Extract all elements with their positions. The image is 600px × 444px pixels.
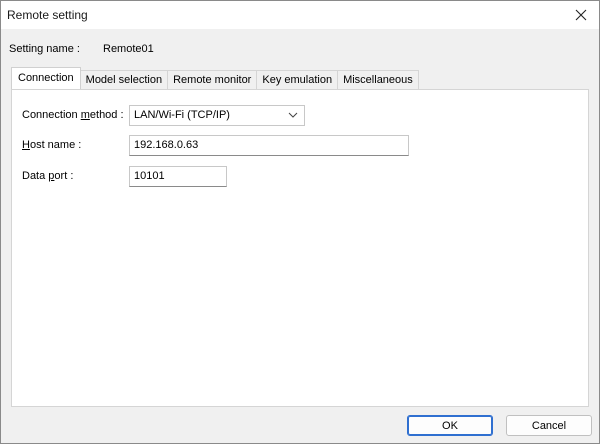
connection-method-label: Connection method : <box>22 109 124 121</box>
setting-name-label: Setting name : <box>9 43 80 55</box>
cancel-button[interactable]: Cancel <box>506 415 592 436</box>
host-name-value: 192.168.0.63 <box>134 139 199 151</box>
tab-remote-monitor[interactable]: Remote monitor <box>167 70 258 89</box>
window-title: Remote setting <box>7 8 88 22</box>
connection-method-select[interactable]: LAN/Wi-Fi (TCP/IP) <box>129 105 305 126</box>
close-button[interactable] <box>563 1 599 29</box>
tab-strip: Connection Model selection Remote monito… <box>11 67 419 89</box>
tab-miscellaneous[interactable]: Miscellaneous <box>337 70 419 89</box>
host-name-label: Host name : <box>22 139 82 151</box>
data-port-value: 10101 <box>134 170 165 182</box>
connection-panel: Connection method : LAN/Wi-Fi (TCP/IP) H… <box>11 89 589 407</box>
ok-button[interactable]: OK <box>407 415 493 436</box>
host-name-input[interactable]: 192.168.0.63 <box>129 135 409 156</box>
close-icon <box>575 9 587 21</box>
tab-connection[interactable]: Connection <box>11 67 81 89</box>
title-bar: Remote setting <box>1 1 599 29</box>
setting-name-value: Remote01 <box>103 43 154 55</box>
data-port-input[interactable]: 10101 <box>129 166 227 187</box>
data-port-label: Data port : <box>22 170 74 182</box>
tab-model-selection[interactable]: Model selection <box>79 70 169 89</box>
tab-key-emulation[interactable]: Key emulation <box>256 70 339 89</box>
remote-setting-dialog: Remote setting Setting name : Remote01 C… <box>0 0 600 444</box>
connection-method-value: LAN/Wi-Fi (TCP/IP) <box>134 109 230 121</box>
chevron-down-icon <box>288 112 298 118</box>
